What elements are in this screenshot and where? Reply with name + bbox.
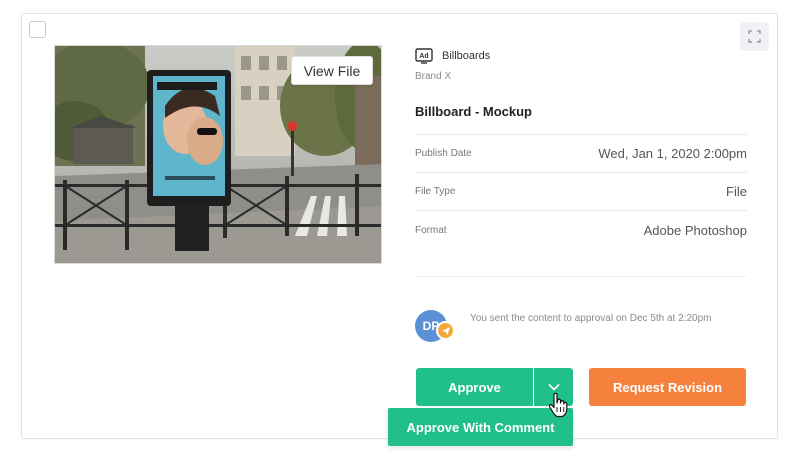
section-divider <box>415 276 747 277</box>
meta-value: Adobe Photoshop <box>643 222 747 238</box>
brand-name: Brand X <box>415 71 452 82</box>
meta-label: Publish Date <box>415 148 472 159</box>
meta-value: File <box>726 184 747 199</box>
channel-row: Ad Billboards <box>415 45 747 67</box>
content-title: Billboard - Mockup <box>415 104 532 119</box>
meta-row-file-type: File Type File <box>415 173 747 211</box>
content-details: Ad Billboards Brand X Billboard - Mockup… <box>415 45 747 249</box>
meta-label: Format <box>415 224 447 236</box>
ad-icon: Ad <box>415 48 433 64</box>
meta-value: Wed, Jan 1, 2020 2:00pm <box>598 146 747 161</box>
select-checkbox[interactable] <box>29 21 46 38</box>
send-badge <box>436 321 455 340</box>
svg-text:Ad: Ad <box>419 53 428 60</box>
expand-icon <box>748 30 761 43</box>
channel-name: Billboards <box>442 50 491 62</box>
approval-message: You sent the content to approval on Dec … <box>470 313 712 324</box>
paper-plane-icon <box>441 326 450 335</box>
approve-with-comment-option[interactable]: Approve With Comment <box>388 408 573 446</box>
meta-row-publish-date: Publish Date Wed, Jan 1, 2020 2:00pm <box>415 135 747 173</box>
request-revision-button[interactable]: Request Revision <box>589 368 746 406</box>
hand-cursor-icon <box>548 392 568 418</box>
approve-button[interactable]: Approve <box>416 368 533 406</box>
chevron-down-icon <box>547 383 560 391</box>
meta-label: File Type <box>415 186 456 197</box>
meta-table: Publish Date Wed, Jan 1, 2020 2:00pm Fil… <box>415 134 747 249</box>
view-file-button[interactable]: View File <box>291 56 373 85</box>
meta-row-format: Format Adobe Photoshop <box>415 211 747 249</box>
